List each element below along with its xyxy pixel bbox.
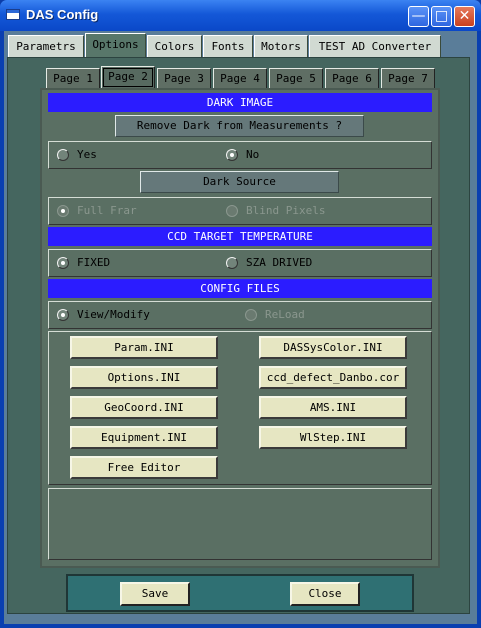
app-window-icon (6, 9, 20, 20)
tab-fonts[interactable]: Fonts (203, 35, 253, 57)
tab-colors[interactable]: Colors (147, 35, 202, 57)
yes-radio[interactable] (57, 149, 69, 161)
page-tab-1[interactable]: Page 1 (46, 68, 100, 89)
config-files-header: CONFIG FILES (48, 279, 432, 298)
full-frame-radio[interactable] (57, 205, 69, 217)
ccd-temperature-header: CCD TARGET TEMPERATURE (48, 227, 432, 246)
close-button[interactable]: Close (290, 582, 360, 606)
minimize-icon: — (411, 8, 426, 24)
ccd-defect-file-button[interactable]: ccd_defect_Danbo.cor (259, 366, 407, 389)
free-editor-button[interactable]: Free Editor (70, 456, 218, 479)
full-frame-label: Full Frar (77, 204, 137, 217)
equipment-ini-button[interactable]: Equipment.INI (70, 426, 218, 449)
geocoord-ini-button[interactable]: GeoCoord.INI (70, 396, 218, 419)
fixed-radio[interactable] (57, 257, 69, 269)
close-window-button[interactable]: ✕ (454, 6, 475, 27)
tab-test-ad-converter[interactable]: TEST AD Converter (309, 35, 441, 57)
page-tab-4[interactable]: Page 4 (213, 68, 267, 89)
fixed-label: FIXED (77, 256, 111, 269)
empty-group (48, 488, 432, 560)
view-modify-radio[interactable] (57, 309, 69, 321)
maximize-icon: □ (434, 8, 449, 24)
close-icon: ✕ (458, 8, 471, 24)
save-button[interactable]: Save (120, 582, 190, 606)
page-tab-6[interactable]: Page 6 (325, 68, 379, 89)
blind-pixels-radio[interactable] (226, 205, 238, 217)
no-radio[interactable] (226, 149, 238, 161)
window-title: DAS Config (26, 7, 99, 22)
sza-drived-radio[interactable] (226, 257, 238, 269)
remove-dark-label: Remove Dark from Measurements ? (115, 115, 364, 137)
dark-source-label: Dark Source (140, 171, 339, 193)
tab-options[interactable]: Options (85, 33, 146, 58)
action-bar (66, 574, 414, 612)
tab-motors[interactable]: Motors (254, 35, 308, 57)
wlstep-ini-button[interactable]: WlStep.INI (259, 426, 407, 449)
options-ini-button[interactable]: Options.INI (70, 366, 218, 389)
title-bar[interactable]: DAS Config — □ ✕ (0, 0, 481, 31)
page-tab-3[interactable]: Page 3 (157, 68, 211, 89)
no-label: No (246, 148, 260, 161)
page-tab-2[interactable]: Page 2 (101, 66, 155, 89)
reload-radio[interactable] (245, 309, 257, 321)
yes-label: Yes (77, 148, 97, 161)
tab-parametrs[interactable]: Parametrs (8, 35, 84, 57)
dassyscolor-ini-button[interactable]: DASSysColor.INI (259, 336, 407, 359)
view-modify-label: View/Modify (77, 308, 150, 321)
dark-image-header: DARK IMAGE (48, 93, 432, 112)
window: DAS Config — □ ✕ Parametrs Options Color… (0, 0, 481, 628)
ams-ini-button[interactable]: AMS.INI (259, 396, 407, 419)
page-tab-7[interactable]: Page 7 (381, 68, 435, 89)
reload-label: ReLoad (265, 308, 305, 321)
sza-drived-label: SZA DRIVED (246, 256, 313, 269)
remove-dark-group (48, 141, 432, 169)
maximize-button[interactable]: □ (431, 6, 452, 27)
param-ini-button[interactable]: Param.INI (70, 336, 218, 359)
minimize-button[interactable]: — (408, 6, 429, 27)
page-tab-5[interactable]: Page 5 (269, 68, 323, 89)
blind-pixels-label: Blind Pixels (246, 204, 326, 217)
